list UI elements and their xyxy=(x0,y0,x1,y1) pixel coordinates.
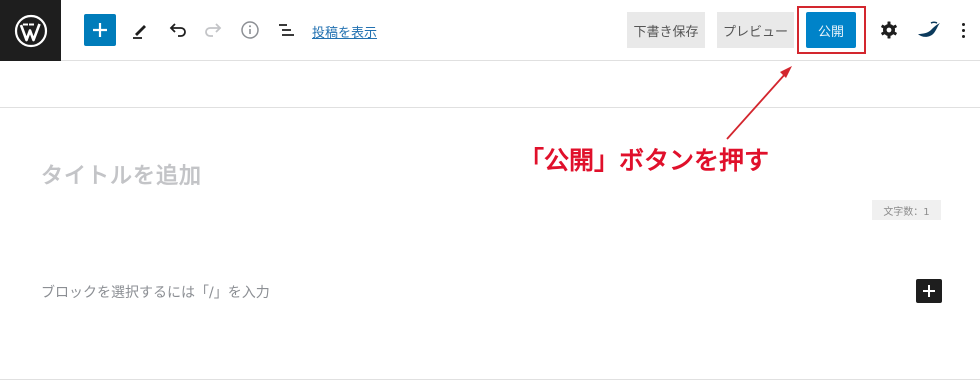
list-view-button[interactable] xyxy=(270,14,302,46)
plus-icon xyxy=(923,285,935,297)
info-icon xyxy=(241,21,259,39)
view-post-link[interactable]: 投稿を表示 xyxy=(312,22,377,41)
divider xyxy=(0,379,980,380)
jetpack-button[interactable] xyxy=(916,19,942,41)
redo-button[interactable] xyxy=(197,14,229,46)
divider xyxy=(0,107,980,108)
pencil-icon xyxy=(133,25,146,39)
wordpress-logo-icon[interactable] xyxy=(0,0,61,61)
list-view-icon xyxy=(279,24,294,36)
more-options-button[interactable] xyxy=(956,19,970,41)
character-count-badge: 文字数：1 xyxy=(872,200,941,220)
publish-highlight-box xyxy=(797,6,866,54)
undo-icon xyxy=(169,23,186,37)
undo-button[interactable] xyxy=(162,14,194,46)
add-block-button[interactable] xyxy=(84,14,116,46)
more-vertical-icon xyxy=(961,22,965,26)
save-draft-button[interactable]: 下書き保存 xyxy=(627,12,705,48)
gear-icon xyxy=(881,21,897,39)
editor-toolbar: 投稿を表示 下書き保存 プレビュー 公開 xyxy=(0,0,980,61)
preview-button[interactable]: プレビュー xyxy=(717,12,794,48)
jetpack-icon xyxy=(918,21,940,37)
inline-add-block-button[interactable] xyxy=(916,279,942,303)
plus-icon xyxy=(93,23,107,37)
post-title-input[interactable]: タイトルを追加 xyxy=(41,158,202,190)
settings-button[interactable] xyxy=(878,19,900,41)
annotation-label: 「公開」ボタンを押す xyxy=(519,146,770,175)
block-placeholder[interactable]: ブロックを選択するには「/」を入力 xyxy=(41,282,270,302)
redo-icon xyxy=(205,23,222,37)
details-button[interactable] xyxy=(234,14,266,46)
tools-button[interactable] xyxy=(124,14,156,46)
